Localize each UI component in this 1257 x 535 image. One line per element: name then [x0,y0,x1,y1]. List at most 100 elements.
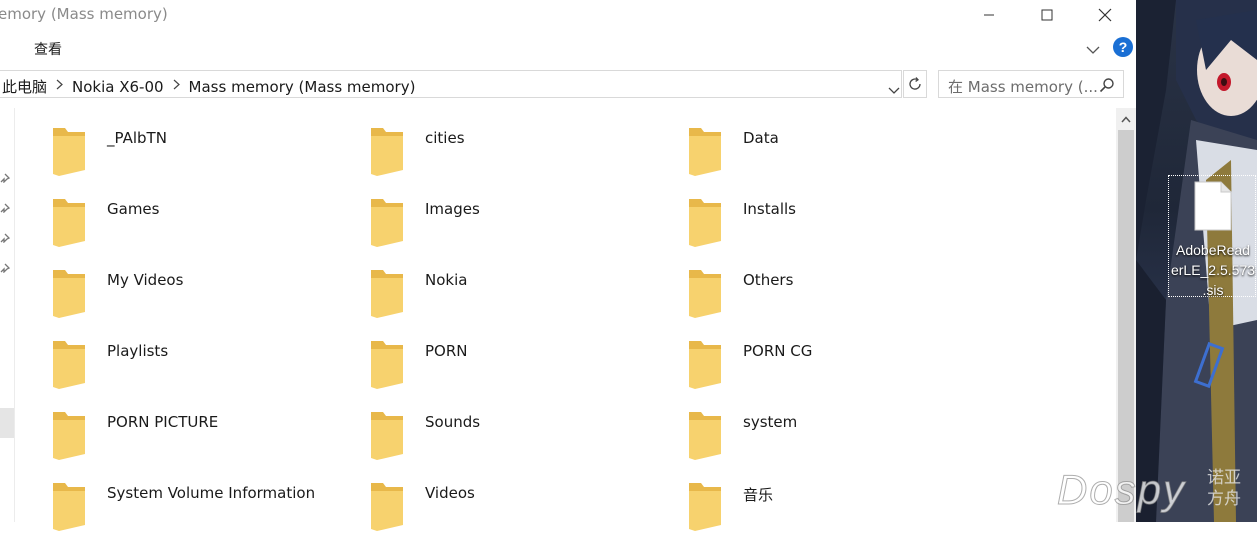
breadcrumb-device[interactable]: Nokia X6-00 [72,78,164,96]
folder-item[interactable]: system [651,392,951,460]
scrollbar-thumb[interactable] [1118,130,1134,522]
pin-icon [0,228,11,244]
desktop-wallpaper: AdobeRead erLE_2.5.573 .sis [1136,0,1257,522]
folder-item[interactable]: Videos [333,463,633,531]
folder-name: _PAlbTN [107,129,167,147]
chevron-right-icon[interactable] [56,79,63,94]
breadcrumb-this-pc[interactable]: 此电脑 [2,76,47,97]
folder-name: 音乐 [743,486,774,504]
minimize-icon [984,14,994,16]
folder-name: Others [743,271,794,289]
folder-icon [687,337,723,393]
folder-item[interactable]: Others [651,250,951,318]
label-line: .sis [1202,282,1224,298]
folder-icon [369,479,405,535]
folder-item[interactable]: PORN CG [651,321,951,389]
address-bar[interactable]: 此电脑 Nokia X6-00 Mass memory (Mass memory… [0,70,902,98]
help-button[interactable]: ? [1113,37,1133,57]
folder-name: PORN CG [743,342,813,360]
search-input[interactable]: 在 Mass memory (... [948,76,1098,97]
folder-name: My Videos [107,271,184,289]
chevron-down-icon [888,87,900,94]
folder-icon [51,195,87,251]
search-box[interactable]: 在 Mass memory (... [938,70,1124,98]
title-bar[interactable]: emory (Mass memory) [0,0,1136,30]
folder-icon [51,124,87,180]
folder-name: Playlists [107,342,169,360]
folder-name: Images [425,200,480,218]
breadcrumb-current[interactable]: Mass memory (Mass memory) [189,78,416,96]
folder-item[interactable]: Games [15,179,315,247]
window-title: emory (Mass memory) [0,5,168,23]
folder-icon [369,337,405,393]
address-history-button[interactable] [888,80,900,99]
watermark-line: 方舟 [1207,489,1241,509]
desktop-file-adobereader[interactable]: AdobeRead erLE_2.5.573 .sis [1168,175,1257,300]
folder-icon [687,479,723,535]
refresh-button[interactable] [903,70,927,98]
label-line: AdobeRead [1176,242,1250,258]
folder-name: Installs [743,200,796,218]
folder-item[interactable]: Sounds [333,392,633,460]
maximize-button[interactable] [1018,0,1076,30]
folder-item[interactable]: System Volume Information [15,463,316,531]
folder-icon [51,479,87,535]
chevron-up-icon [1121,115,1131,122]
folder-name: Videos [425,484,475,502]
file-explorer-window: emory (Mass memory) 查看 ? 此电脑 Nokia X6-00… [0,0,1136,531]
breadcrumb: 此电脑 Nokia X6-00 Mass memory (Mass memory… [2,76,415,97]
tab-view[interactable]: 查看 [34,39,62,59]
folder-item[interactable]: Images [333,179,633,247]
label-line: erLE_2.5.573 [1170,262,1256,278]
folder-item[interactable]: PORN [333,321,633,389]
folder-item[interactable]: My Videos [15,250,315,318]
minimize-button[interactable] [960,0,1018,30]
folder-icon [687,195,723,251]
watermark-logo: Dospy [1056,466,1187,514]
folder-item[interactable]: 音乐 [651,463,951,531]
search-icon[interactable] [1099,77,1115,97]
folder-name: Nokia [425,271,468,289]
folder-name: System Volume Information [107,484,316,502]
file-list: _PAlbTN cities Data Games Images Installs My V… [15,108,1115,531]
refresh-icon [909,77,921,90]
folder-item[interactable]: _PAlbTN [15,108,315,176]
folder-item[interactable]: Data [651,108,951,176]
folder-icon [51,408,87,464]
folder-icon [369,124,405,180]
close-button[interactable] [1076,0,1134,30]
folder-name: Data [743,129,779,147]
folder-item[interactable]: Installs [651,179,951,247]
folder-name: cities [425,129,465,147]
folder-name: PORN [425,342,468,360]
watermark-subtitle: 诺亚 方舟 [1207,468,1247,510]
maximize-icon [1041,9,1053,21]
pin-icon [0,168,11,184]
folder-icon [369,195,405,251]
folder-icon [687,266,723,322]
folder-icon [687,408,723,464]
folder-name: system [743,413,798,431]
folder-item[interactable]: Playlists [15,321,315,389]
pin-icon [0,258,11,274]
ribbon: 查看 [0,34,1136,62]
chevron-right-icon[interactable] [173,79,180,94]
pin-icon [0,198,11,214]
folder-icon [369,408,405,464]
scroll-up-button[interactable] [1116,108,1136,130]
ribbon-expand-button[interactable] [1086,40,1100,59]
navigation-pane[interactable] [0,108,15,522]
folder-icon [687,124,723,180]
folder-item[interactable]: Nokia [333,250,633,318]
watermark-line: 诺亚 [1207,468,1241,488]
folder-item[interactable]: cities [333,108,633,176]
desktop-file-label: AdobeRead erLE_2.5.573 .sis [1169,240,1257,300]
folder-item[interactable]: PORN PICTURE [15,392,315,460]
folder-name: Sounds [425,413,481,431]
folder-icon [369,266,405,322]
nav-selected-item[interactable] [0,408,14,438]
folder-icon [51,337,87,393]
chevron-down-icon [1086,46,1100,54]
folder-name: Games [107,200,160,218]
file-icon [1194,181,1232,231]
